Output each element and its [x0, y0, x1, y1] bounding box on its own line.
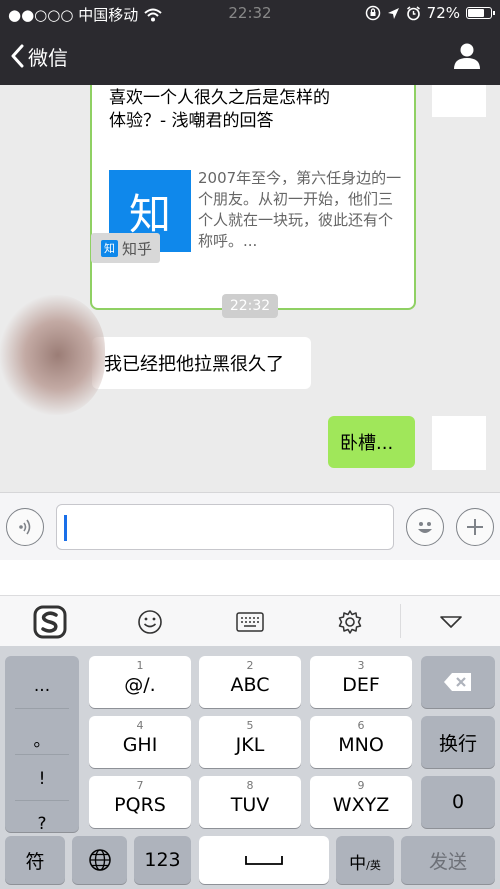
navigation-bar: ●●○○○ 中国移动 22:32 72% 微信 — [0, 0, 500, 85]
emoji-button[interactable] — [406, 508, 444, 546]
backspace-icon — [444, 673, 471, 691]
link-card-title: 喜欢一个人很久之后是怎样的 体验？- 浅嘲君的回答 — [109, 88, 330, 131]
backspace-key[interactable] — [421, 656, 495, 708]
key-7[interactable]: 7 PQRS — [89, 776, 191, 828]
location-icon — [387, 7, 399, 19]
emoji-toolbar-button[interactable] — [130, 602, 170, 642]
source-label: 知乎 — [122, 239, 153, 258]
number-key[interactable]: 123 — [134, 836, 191, 884]
plus-icon — [467, 519, 483, 535]
nine-key-keyboard: ... 。 ! ? 1 @/. 2 ABC 3 DEF 4 GHI 5 JKL … — [0, 646, 500, 889]
toolbar-divider — [400, 604, 401, 638]
hide-keyboard-button[interactable] — [431, 602, 471, 642]
globe-icon — [88, 849, 111, 871]
lang-main-label: 中 — [349, 854, 367, 874]
space-key[interactable] — [199, 836, 329, 884]
space-bar-icon — [245, 856, 283, 865]
key-1[interactable]: 1 @/. — [89, 656, 191, 708]
message-timestamp: 22:32 — [222, 294, 278, 318]
key-2[interactable]: 2 ABC — [199, 656, 301, 708]
punct-divider — [15, 708, 69, 709]
ime-candidate-strip — [0, 560, 500, 595]
punctuation-column[interactable]: ... 。 ! ? — [5, 656, 79, 834]
status-indicators: 72% — [365, 4, 495, 22]
punct-key[interactable]: ? — [5, 814, 79, 834]
outgoing-message[interactable]: 卧槽... — [328, 416, 415, 468]
source-tag[interactable]: 知 知乎 — [91, 233, 161, 263]
alarm-icon — [406, 5, 420, 20]
symbol-key[interactable]: 符 — [5, 836, 65, 884]
rotation-lock-icon — [365, 5, 380, 21]
key-4[interactable]: 4 GHI — [89, 716, 191, 768]
profile-icon[interactable] — [452, 42, 482, 70]
punct-divider — [15, 800, 69, 801]
text-caret — [64, 515, 67, 541]
battery-percent: 72% — [426, 4, 460, 22]
link-card[interactable]: 喜欢一个人很久之后是怎样的 体验？- 浅嘲君的回答 知 2007年至今，第六任身… — [90, 85, 416, 310]
punct-divider — [15, 754, 69, 755]
own-avatar[interactable] — [432, 85, 486, 117]
smiley-outline-icon — [138, 610, 162, 634]
own-avatar-2[interactable] — [432, 416, 486, 470]
key-8[interactable]: 8 TUV — [199, 776, 301, 828]
sogou-logo-icon — [33, 605, 67, 639]
message-input[interactable] — [56, 504, 394, 550]
voice-icon — [19, 519, 31, 535]
lang-sub-label: /英 — [366, 859, 381, 872]
keyboard-toolbar — [0, 595, 500, 646]
key-9[interactable]: 9 WXYZ — [310, 776, 412, 828]
punct-key[interactable]: ! — [5, 769, 79, 789]
keyboard-icon — [236, 612, 264, 632]
back-button[interactable]: 微信 — [10, 40, 68, 72]
voice-button[interactable] — [6, 508, 44, 546]
more-button[interactable] — [456, 508, 494, 546]
back-label: 微信 — [28, 45, 68, 70]
smiley-icon — [418, 522, 432, 533]
punct-key[interactable]: 。 — [5, 726, 79, 751]
battery-icon — [466, 7, 495, 19]
language-switch-key[interactable]: 中/英 — [336, 836, 394, 884]
chevron-left-icon — [11, 44, 24, 68]
newline-key[interactable]: 换行 — [421, 716, 495, 768]
gear-icon — [338, 610, 362, 634]
keyboard-switch-button[interactable] — [230, 602, 270, 642]
key-5[interactable]: 5 JKL — [199, 716, 301, 768]
input-bar — [0, 492, 500, 560]
triangle-down-icon — [440, 616, 462, 628]
send-key[interactable]: 发送 — [401, 836, 495, 884]
punct-key[interactable]: ... — [5, 676, 79, 696]
contact-avatar[interactable] — [0, 295, 105, 415]
zero-key[interactable]: 0 — [421, 776, 495, 828]
settings-button[interactable] — [330, 602, 370, 642]
zhihu-logo-icon: 知 — [101, 239, 118, 257]
link-card-description: 2007年至今，第六任身边的一个朋友。从初一开始，他们三个人就在一块玩，彼此还有… — [198, 169, 402, 250]
key-3[interactable]: 3 DEF — [310, 656, 412, 708]
incoming-message[interactable]: 我已经把他拉黑很久了 — [92, 337, 311, 389]
send-label: 发送 — [428, 850, 467, 873]
globe-key[interactable] — [72, 836, 127, 884]
key-6[interactable]: 6 MNO — [310, 716, 412, 768]
sogou-logo-button[interactable] — [30, 602, 70, 642]
chat-area[interactable]: 喜欢一个人很久之后是怎样的 体验？- 浅嘲君的回答 知 2007年至今，第六任身… — [0, 85, 500, 492]
